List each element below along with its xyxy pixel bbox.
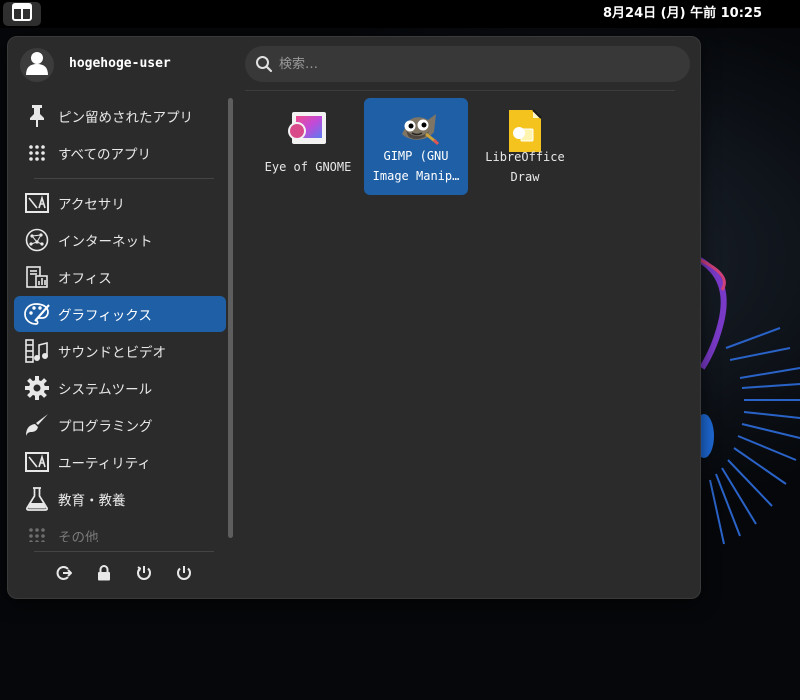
restart-button[interactable] — [132, 563, 156, 587]
application-menu: hogehoge-user ピン留めされたアプリ — [7, 36, 701, 599]
flask-icon — [24, 486, 50, 512]
top-bar: 8月24日 (月) 午前 10:25 — [0, 0, 800, 28]
graphics-palette-icon — [24, 301, 50, 327]
power-icon — [176, 565, 192, 585]
utilities-icon — [24, 449, 50, 475]
sidebar-item-label: プログラミング — [58, 419, 153, 435]
sidebar-scrollbar[interactable] — [228, 98, 233, 538]
app-label: Eye of GNOME — [264, 160, 352, 174]
user-avatar-icon — [26, 51, 48, 79]
clock[interactable]: 8月24日 (月) 午前 10:25 — [603, 0, 762, 28]
search-box[interactable] — [245, 46, 690, 82]
app-libreoffice-draw[interactable]: LibreOffice Draw — [473, 101, 577, 198]
sidebar-item-label: オフィス — [58, 271, 112, 287]
libreoffice-draw-icon — [505, 109, 545, 152]
sidebar-item-label: システムツール — [58, 382, 153, 398]
sidebar-item-accessories[interactable]: アクセサリ — [14, 185, 226, 221]
gimp-icon — [396, 106, 440, 146]
sidebar-item-programming[interactable]: プログラミング — [14, 407, 226, 443]
sidebar-item-label: 教育・教養 — [58, 493, 126, 509]
grid-dots-icon — [24, 523, 50, 542]
sidebar-item-label: その他 — [58, 530, 99, 542]
logout-button[interactable] — [52, 563, 76, 587]
office-icon — [24, 264, 50, 290]
sidebar-item-utilities[interactable]: ユーティリティ — [14, 444, 226, 480]
activities-grid-icon — [12, 3, 32, 25]
sidebar-divider — [34, 178, 214, 179]
sidebar-item-label: ユーティリティ — [58, 456, 151, 472]
internet-icon — [24, 227, 50, 253]
user-name[interactable]: hogehoge-user — [69, 56, 171, 71]
activities-button[interactable] — [3, 2, 41, 26]
sidebar-bottom-divider — [34, 551, 214, 552]
eye-of-gnome-icon — [288, 109, 328, 149]
sidebar-item-label: すべてのアプリ — [58, 147, 152, 163]
grid-dots-icon — [24, 140, 50, 166]
app-label: GIMP (GNU Image Manip… — [372, 149, 460, 183]
search-input[interactable] — [279, 46, 679, 82]
brush-icon — [24, 412, 50, 438]
app-label: LibreOffice Draw — [485, 150, 565, 184]
sidebar-item-label: インターネット — [58, 234, 153, 250]
power-button[interactable] — [172, 563, 196, 587]
search-divider — [245, 90, 675, 91]
accessories-icon — [24, 190, 50, 216]
app-eye-of-gnome[interactable]: Eye of GNOME — [256, 101, 360, 198]
gear-icon — [24, 375, 50, 401]
lock-icon — [97, 565, 111, 585]
sidebar-item-label: アクセサリ — [58, 197, 125, 213]
sidebar-item-system-tools[interactable]: システムツール — [14, 370, 226, 406]
category-sidebar: ピン留めされたアプリ すべてのアプリ アクセサリ インターネット オフィス グラ… — [8, 97, 228, 542]
sidebar-item-other[interactable]: その他 — [14, 518, 226, 542]
sidebar-item-internet[interactable]: インターネット — [14, 222, 226, 258]
user-avatar[interactable] — [20, 48, 54, 82]
sound-video-icon — [24, 338, 50, 364]
sidebar-item-label: サウンドとビデオ — [58, 345, 166, 361]
app-gimp[interactable]: GIMP (GNU Image Manip… — [364, 98, 468, 195]
sidebar-item-label: ピン留めされたアプリ — [58, 110, 193, 126]
sidebar-item-office[interactable]: オフィス — [14, 259, 226, 295]
sidebar-item-all-apps[interactable]: すべてのアプリ — [14, 135, 226, 171]
sidebar-item-label: グラフィックス — [58, 308, 152, 324]
sidebar-item-education[interactable]: 教育・教養 — [14, 481, 226, 517]
sidebar-item-graphics[interactable]: グラフィックス — [14, 296, 226, 332]
restart-icon — [136, 565, 152, 585]
lock-button[interactable] — [92, 563, 116, 587]
search-icon — [255, 55, 273, 77]
sidebar-item-sound-video[interactable]: サウンドとビデオ — [14, 333, 226, 369]
sidebar-item-pinned[interactable]: ピン留めされたアプリ — [14, 98, 226, 134]
pin-icon — [24, 103, 50, 129]
logout-icon — [56, 565, 73, 585]
